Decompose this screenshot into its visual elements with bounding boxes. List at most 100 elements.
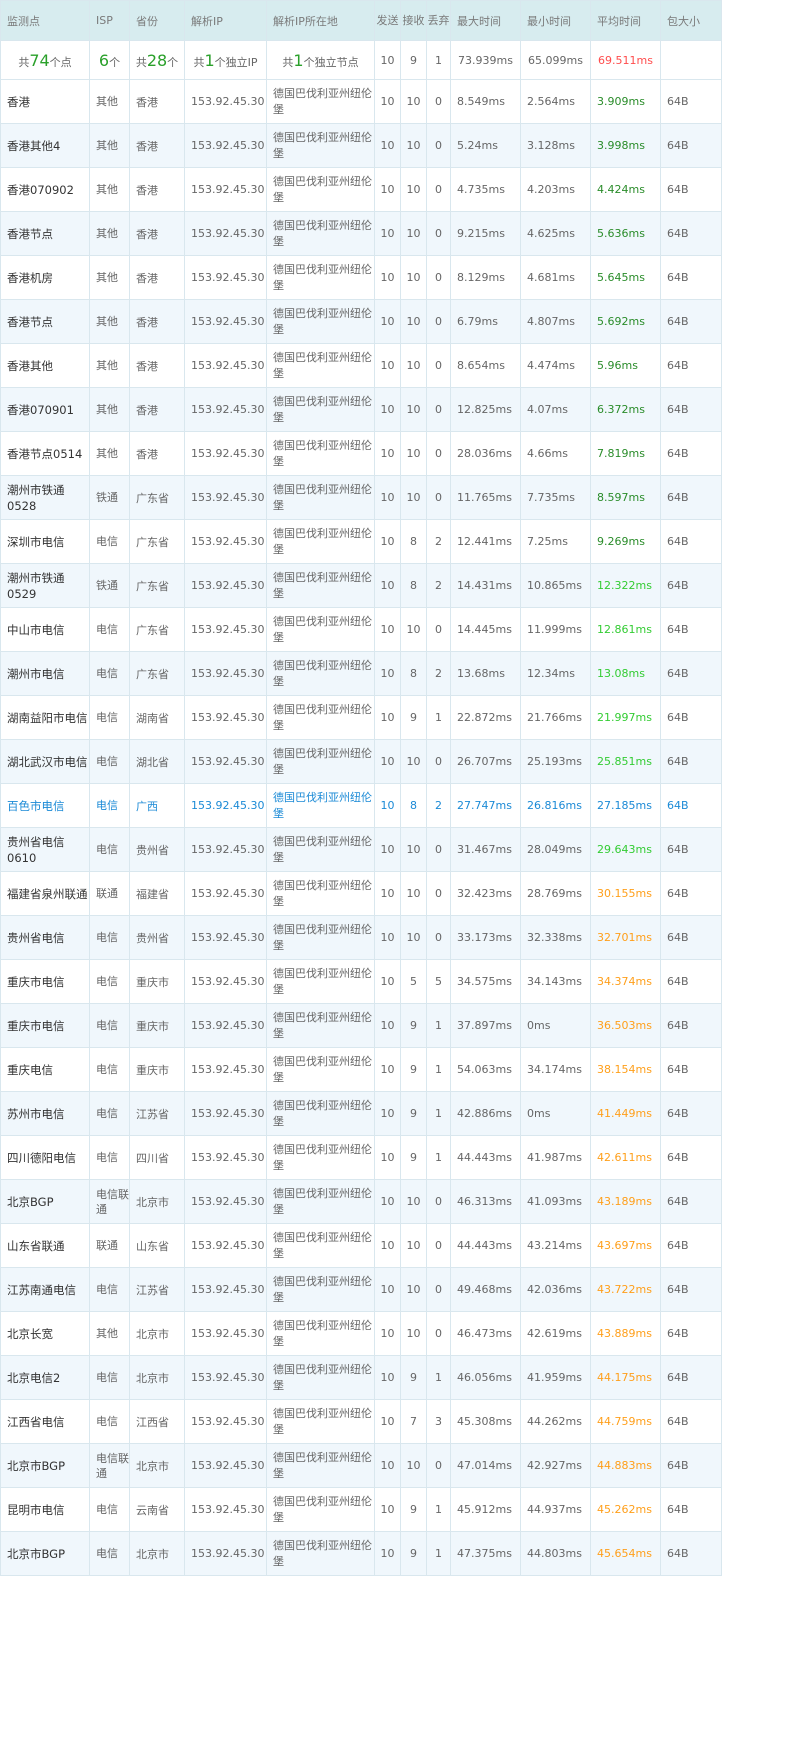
header-monitor[interactable]: 监测点 — [0, 0, 90, 41]
table-row[interactable]: 香港节点 其他 香港 153.92.45.30 德国巴伐利亚州纽伦堡 10 10 0 9.215… — [0, 211, 722, 256]
min-time-cell: 42.036ms — [520, 1267, 591, 1312]
table-row[interactable]: 香港070901 其他 香港 153.92.45.30 德国巴伐利亚州纽伦堡 10 10 0 1… — [0, 387, 722, 432]
location-cell: 德国巴伐利亚州纽伦堡 — [266, 123, 375, 168]
header-province[interactable]: 省份 — [129, 0, 185, 41]
table-row[interactable]: 香港节点0514 其他 香港 153.92.45.30 德国巴伐利亚州纽伦堡 10 10 0 2… — [0, 431, 722, 476]
send-cell: 10 — [374, 1047, 401, 1092]
isp-cell: 电信 — [89, 1487, 130, 1532]
max-time-cell: 14.431ms — [450, 563, 521, 608]
header-send[interactable]: 发送 — [374, 0, 401, 41]
monitor-cell: 福建省泉州联通 — [0, 871, 90, 916]
packet-size-cell: 64B — [660, 475, 722, 520]
table-row[interactable]: 香港机房 其他 香港 153.92.45.30 德国巴伐利亚州纽伦堡 10 10 0 8.129… — [0, 255, 722, 300]
province-cell: 香港 — [129, 255, 185, 300]
table-row[interactable]: 重庆市电信 电信 重庆市 153.92.45.30 德国巴伐利亚州纽伦堡 10 5 5 34.5… — [0, 959, 722, 1004]
header-lost[interactable]: 丢弃 — [426, 0, 451, 41]
table-row[interactable]: 重庆市电信 电信 重庆市 153.92.45.30 德国巴伐利亚州纽伦堡 10 9 1 37.8… — [0, 1003, 722, 1048]
table-row[interactable]: 百色市电信 电信 广西 153.92.45.30 德国巴伐利亚州纽伦堡 10 8 2 27.74… — [0, 783, 722, 828]
recv-cell: 10 — [400, 475, 427, 520]
recv-cell: 10 — [400, 79, 427, 124]
recv-cell: 10 — [400, 343, 427, 388]
packet-size-cell: 64B — [660, 123, 722, 168]
province-cell: 香港 — [129, 211, 185, 256]
table-row[interactable]: 昆明市电信 电信 云南省 153.92.45.30 德国巴伐利亚州纽伦堡 10 9 1 45.9… — [0, 1487, 722, 1532]
table-row[interactable]: 江西省电信 电信 江西省 153.92.45.30 德国巴伐利亚州纽伦堡 10 7 3 45.3… — [0, 1399, 722, 1444]
table-row[interactable]: 香港070902 其他 香港 153.92.45.30 德国巴伐利亚州纽伦堡 10 10 0 4… — [0, 167, 722, 212]
recv-cell: 8 — [400, 519, 427, 564]
table-row[interactable]: 四川德阳电信 电信 四川省 153.92.45.30 德国巴伐利亚州纽伦堡 10 9 1 44.… — [0, 1135, 722, 1180]
lost-cell: 0 — [426, 387, 451, 432]
table-row[interactable]: 湖北武汉市电信 电信 湖北省 153.92.45.30 德国巴伐利亚州纽伦堡 10 10 0 2… — [0, 739, 722, 784]
avg-time-cell: 43.697ms — [590, 1223, 661, 1268]
header-size[interactable]: 包大小 — [660, 0, 722, 41]
table-row[interactable]: 重庆电信 电信 重庆市 153.92.45.30 德国巴伐利亚州纽伦堡 10 9 1 54.06… — [0, 1047, 722, 1092]
ip-cell: 153.92.45.30 — [184, 1355, 267, 1400]
lost-cell: 1 — [426, 1047, 451, 1092]
location-cell: 德国巴伐利亚州纽伦堡 — [266, 1003, 375, 1048]
table-row[interactable]: 香港其他4 其他 香港 153.92.45.30 德国巴伐利亚州纽伦堡 10 10 0 5.24… — [0, 123, 722, 168]
location-cell: 德国巴伐利亚州纽伦堡 — [266, 1355, 375, 1400]
ip-cell: 153.92.45.30 — [184, 1223, 267, 1268]
header-isp[interactable]: ISP — [89, 0, 130, 41]
table-row[interactable]: 苏州市电信 电信 江苏省 153.92.45.30 德国巴伐利亚州纽伦堡 10 9 1 42.8… — [0, 1091, 722, 1136]
table-row[interactable]: 潮州市电信 电信 广东省 153.92.45.30 德国巴伐利亚州纽伦堡 10 8 2 13.6… — [0, 651, 722, 696]
table-row[interactable]: 香港 其他 香港 153.92.45.30 德国巴伐利亚州纽伦堡 10 10 0 8.549ms… — [0, 79, 722, 124]
header-location[interactable]: 解析IP所在地 — [266, 0, 375, 41]
table-row[interactable]: 山东省联通 联通 山东省 153.92.45.30 德国巴伐利亚州纽伦堡 10 10 0 44.… — [0, 1223, 722, 1268]
table-row[interactable]: 北京电信2 电信 北京市 153.92.45.30 德国巴伐利亚州纽伦堡 10 9 1 46.0… — [0, 1355, 722, 1400]
isp-cell: 电信 — [89, 1047, 130, 1092]
table-row[interactable]: 北京市BGP 电信 北京市 153.92.45.30 德国巴伐利亚州纽伦堡 10 9 1 47.… — [0, 1531, 722, 1576]
ip-cell: 153.92.45.30 — [184, 1179, 267, 1224]
table-row[interactable]: 香港节点 其他 香港 153.92.45.30 德国巴伐利亚州纽伦堡 10 10 0 6.79m… — [0, 299, 722, 344]
header-max[interactable]: 最大时间 — [450, 0, 521, 41]
max-time-cell: 13.68ms — [450, 651, 521, 696]
table-row[interactable]: 贵州省电信0610 电信 贵州省 153.92.45.30 德国巴伐利亚州纽伦堡 10 10… — [0, 827, 722, 872]
table-row[interactable]: 贵州省电信 电信 贵州省 153.92.45.30 德国巴伐利亚州纽伦堡 10 10 0 33.… — [0, 915, 722, 960]
send-cell: 10 — [374, 1487, 401, 1532]
lost-cell: 0 — [426, 475, 451, 520]
send-cell: 10 — [374, 695, 401, 740]
province-cell: 云南省 — [129, 1487, 185, 1532]
table-row[interactable]: 潮州市铁通0529 铁通 广东省 153.92.45.30 德国巴伐利亚州纽伦堡 10 8 2… — [0, 563, 722, 608]
table-row[interactable]: 北京长宽 其他 北京市 153.92.45.30 德国巴伐利亚州纽伦堡 10 10 0 46.4… — [0, 1311, 722, 1356]
header-ip[interactable]: 解析IP — [184, 0, 267, 41]
avg-time-cell: 7.819ms — [590, 431, 661, 476]
isp-cell: 电信 — [89, 607, 130, 652]
location-cell: 德国巴伐利亚州纽伦堡 — [266, 1179, 375, 1224]
packet-size-cell: 64B — [660, 871, 722, 916]
monitor-cell: 苏州市电信 — [0, 1091, 90, 1136]
avg-time-cell: 34.374ms — [590, 959, 661, 1004]
ip-cell: 153.92.45.30 — [184, 827, 267, 872]
max-time-cell: 14.445ms — [450, 607, 521, 652]
monitor-cell: 香港节点 — [0, 211, 90, 256]
avg-time-cell: 42.611ms — [590, 1135, 661, 1180]
header-recv[interactable]: 接收 — [400, 0, 427, 41]
header-min[interactable]: 最小时间 — [520, 0, 591, 41]
table-row[interactable]: 江苏南通电信 电信 江苏省 153.92.45.30 德国巴伐利亚州纽伦堡 10 10 0 49… — [0, 1267, 722, 1312]
monitor-cell: 北京电信2 — [0, 1355, 90, 1400]
isp-cell: 电信 — [89, 1003, 130, 1048]
table-row[interactable]: 深圳市电信 电信 广东省 153.92.45.30 德国巴伐利亚州纽伦堡 10 8 2 12.4… — [0, 519, 722, 564]
table-row[interactable]: 潮州市铁通0528 铁通 广东省 153.92.45.30 德国巴伐利亚州纽伦堡 10 10… — [0, 475, 722, 520]
monitor-cell: 北京市BGP — [0, 1443, 90, 1488]
province-cell: 广西 — [129, 783, 185, 828]
packet-size-cell: 64B — [660, 299, 722, 344]
header-avg[interactable]: 平均时间 — [590, 0, 661, 41]
min-time-cell: 34.143ms — [520, 959, 591, 1004]
table-row[interactable]: 中山市电信 电信 广东省 153.92.45.30 德国巴伐利亚州纽伦堡 10 10 0 14.… — [0, 607, 722, 652]
table-row[interactable]: 湖南益阳市电信 电信 湖南省 153.92.45.30 德国巴伐利亚州纽伦堡 10 9 1 22… — [0, 695, 722, 740]
table-row[interactable]: 北京市BGP 电信联通 北京市 153.92.45.30 德国巴伐利亚州纽伦堡 10 10 0… — [0, 1443, 722, 1488]
table-row[interactable]: 香港其他 其他 香港 153.92.45.30 德国巴伐利亚州纽伦堡 10 10 0 8.654… — [0, 343, 722, 388]
table-row[interactable]: 北京BGP 电信联通 北京市 153.92.45.30 德国巴伐利亚州纽伦堡 10 10 0 4… — [0, 1179, 722, 1224]
isp-cell: 联通 — [89, 1223, 130, 1268]
lost-cell: 1 — [426, 695, 451, 740]
min-time-cell: 7.25ms — [520, 519, 591, 564]
monitor-cell: 香港其他 — [0, 343, 90, 388]
table-row[interactable]: 福建省泉州联通 联通 福建省 153.92.45.30 德国巴伐利亚州纽伦堡 10 10 0 3… — [0, 871, 722, 916]
isp-cell: 电信 — [89, 959, 130, 1004]
packet-size-cell: 64B — [660, 387, 722, 432]
max-time-cell: 8.654ms — [450, 343, 521, 388]
packet-size-cell: 64B — [660, 783, 722, 828]
max-time-cell: 12.441ms — [450, 519, 521, 564]
monitor-cell: 北京BGP — [0, 1179, 90, 1224]
